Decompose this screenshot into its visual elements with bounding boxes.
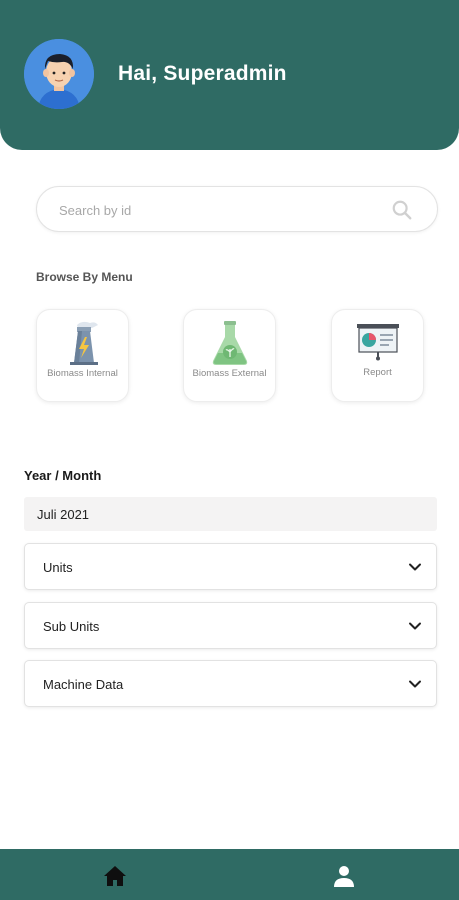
chevron-down-icon — [409, 622, 421, 630]
sub-units-dropdown[interactable]: Sub Units — [24, 602, 437, 649]
menu-card-biomass-external[interactable]: Biomass External — [183, 309, 276, 402]
menu-label-biomass-internal: Biomass Internal — [47, 368, 118, 379]
sub-units-dropdown-label: Sub Units — [43, 619, 100, 634]
month-picker-field[interactable]: Juli 2021 — [24, 497, 437, 531]
chevron-down-icon — [409, 680, 421, 688]
search-icon[interactable] — [391, 199, 413, 221]
menu-card-biomass-internal[interactable]: Biomass Internal — [36, 309, 129, 402]
units-dropdown[interactable]: Units — [24, 543, 437, 590]
machine-data-dropdown-label: Machine Data — [43, 677, 124, 692]
greeting-title: Hai, Superadmin — [118, 62, 287, 85]
menu-card-report[interactable]: Report — [331, 309, 424, 402]
person-icon[interactable] — [331, 863, 357, 889]
menu-label-biomass-external: Biomass External — [192, 368, 267, 379]
menu-label-report: Report — [363, 367, 392, 378]
header: Hai, Superadmin — [0, 0, 459, 150]
machine-data-dropdown[interactable]: Machine Data — [24, 660, 437, 707]
flask-leaf-icon — [212, 321, 247, 365]
period-label: Year / Month — [24, 468, 102, 483]
search-input[interactable] — [59, 199, 379, 221]
presentation-chart-icon — [356, 324, 399, 361]
home-icon[interactable] — [102, 863, 128, 889]
avatar[interactable] — [24, 39, 94, 109]
browse-menu-title: Browse By Menu — [36, 270, 133, 284]
power-plant-icon — [69, 321, 98, 365]
search-bar[interactable] — [36, 186, 438, 232]
user-avatar-icon — [24, 39, 94, 109]
units-dropdown-label: Units — [43, 560, 73, 575]
chevron-down-icon — [409, 563, 421, 571]
bottom-navigation — [0, 849, 459, 900]
